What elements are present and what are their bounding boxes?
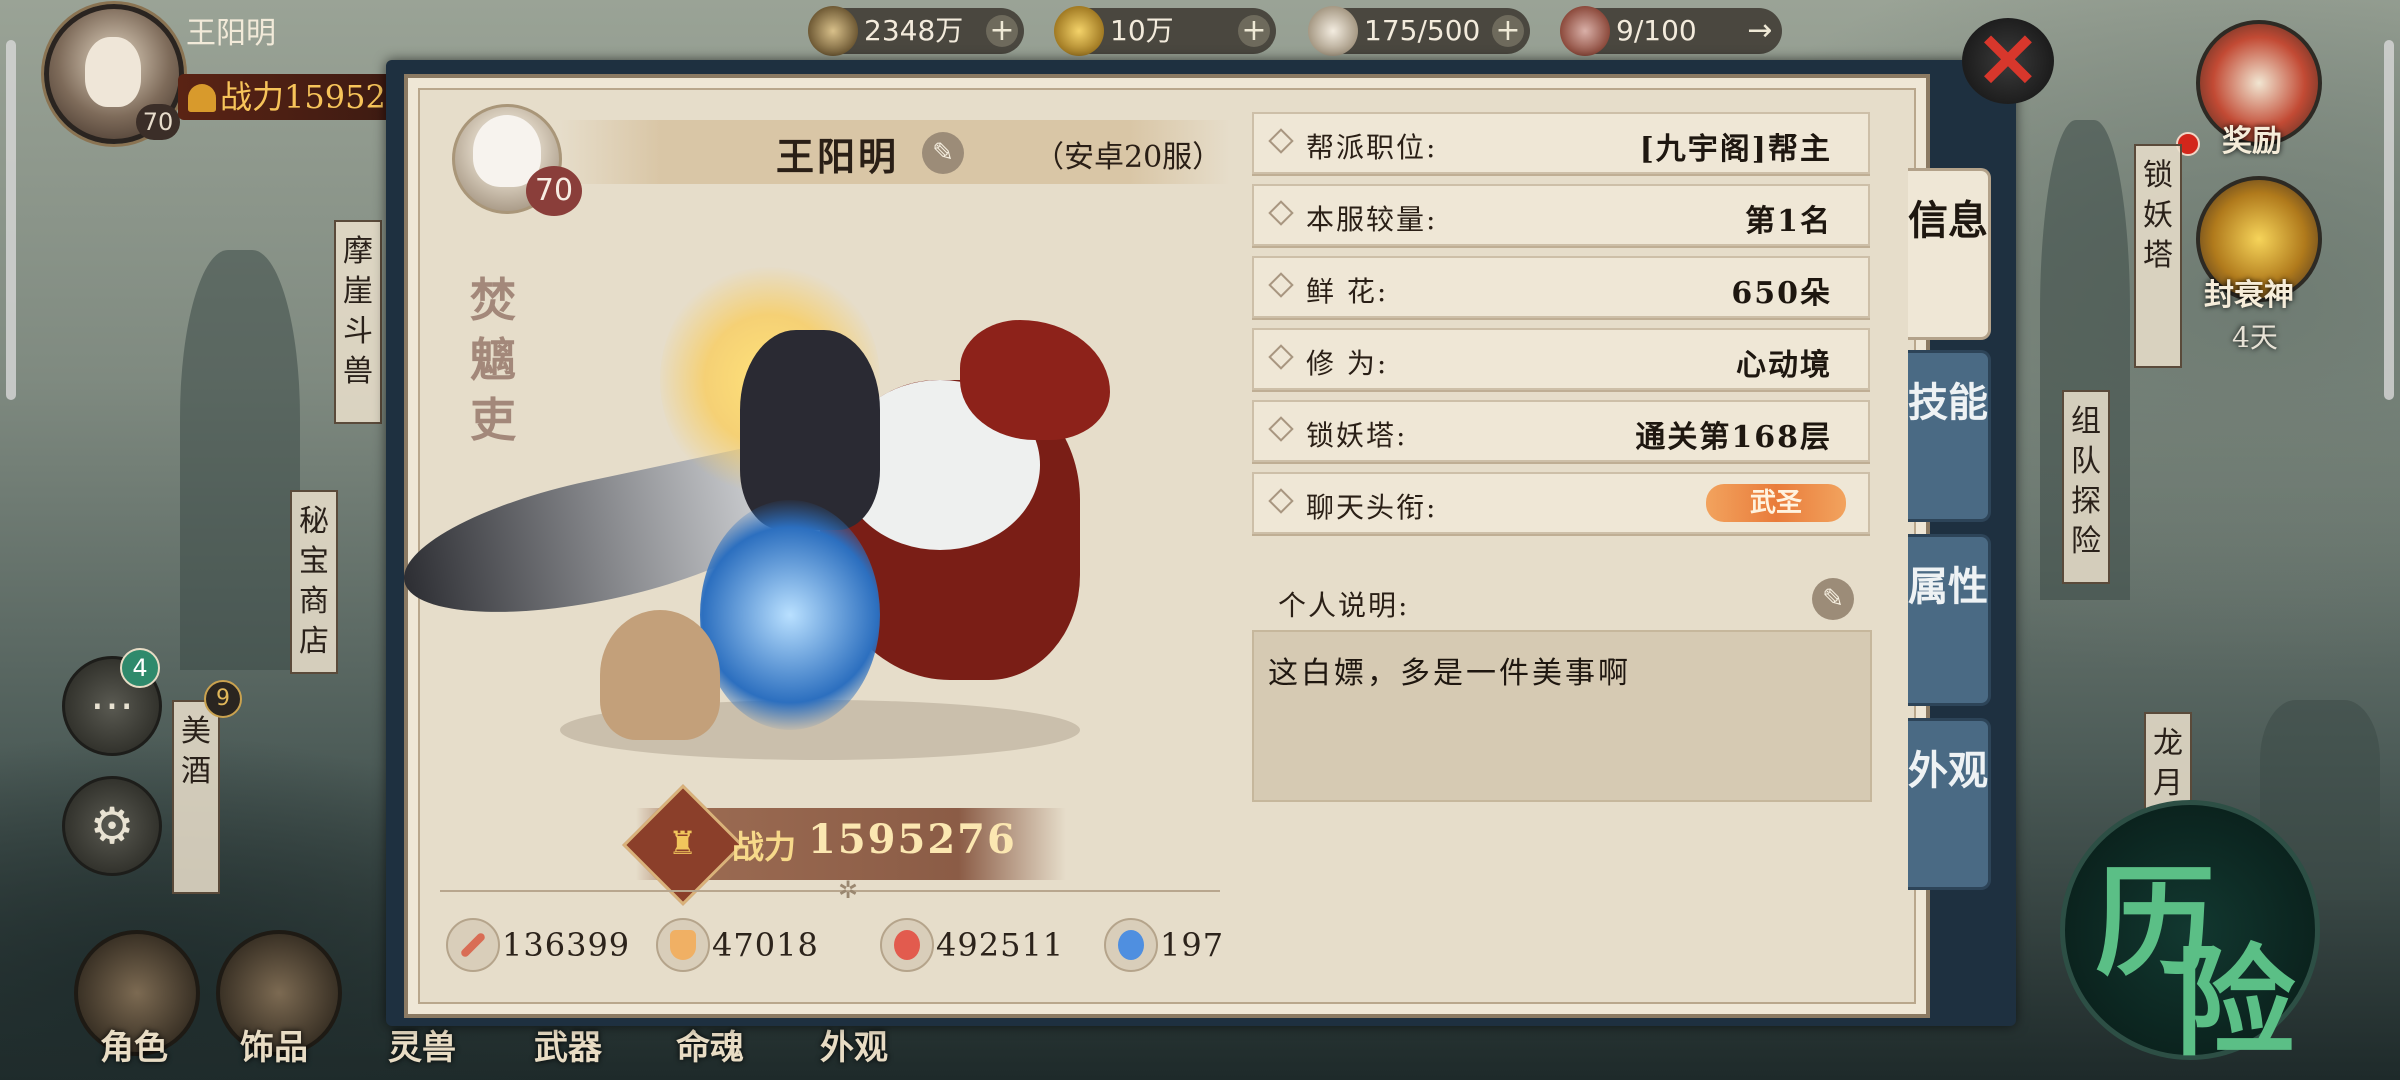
info-row-tower: 锁妖塔: 通关第168层 [1252, 400, 1870, 462]
coin-icon [808, 6, 858, 56]
divider-ornament: ✲ [838, 876, 859, 904]
info-row-guild: 帮派职位: [九宇阁]帮主 [1252, 112, 1870, 174]
info-row-flowers: 鲜 花: 650朵 [1252, 256, 1870, 318]
screen-edge-left [6, 40, 16, 400]
edit-desc-button[interactable]: ✎ [1812, 578, 1854, 620]
info-row-chat-title: 聊天头衔: 武圣 [1252, 472, 1870, 534]
nav-appearance[interactable]: 外观 [820, 1020, 888, 1069]
pet-dog [600, 610, 720, 740]
adventure-button[interactable]: 历 险 [2060, 800, 2320, 1073]
stamina-value: 175/500 [1364, 14, 1481, 47]
character-name: 王阳明 [776, 134, 900, 179]
rider-figure [740, 330, 880, 530]
settings-button[interactable]: ⚙ [62, 776, 162, 876]
copper-coin-resource: 2348万 + [808, 6, 1024, 56]
deity-label: 封衰神 [2204, 278, 2294, 313]
gold-ingot-icon [1054, 6, 1104, 56]
server-label: （安卓20服） [1034, 140, 1223, 175]
gold-ingot-resource: 10万 + [1054, 6, 1276, 56]
chat-badge: 4 [120, 648, 160, 688]
power-icon [188, 84, 216, 112]
player-name: 王阳明 [186, 16, 276, 51]
personal-desc-label: 个人说明: [1278, 589, 1410, 622]
heart-icon [880, 918, 934, 972]
copper-coin-value: 2348万 [864, 14, 964, 47]
tab-skills[interactable]: 技能 [1908, 350, 1991, 522]
tab-info[interactable]: 信息 [1908, 168, 1991, 340]
wine-jar-icon [1560, 6, 1610, 56]
add-stamina-button[interactable]: + [1492, 15, 1524, 47]
close-button[interactable]: ✕ [1962, 18, 2054, 104]
deity-timer: 4天 [2232, 321, 2278, 354]
wine-value: 9/100 [1616, 14, 1697, 47]
fine-wine-banner[interactable]: 美酒 [172, 700, 220, 894]
wine-arrow-button[interactable]: → [1744, 15, 1776, 47]
wine-badge: 9 [204, 680, 242, 718]
close-icon: ✕ [1976, 16, 2040, 105]
nav-spirit-beast[interactable]: 灵兽 [388, 1020, 456, 1069]
gold-ingot-value: 10万 [1110, 14, 1174, 47]
stats-divider [440, 890, 1220, 892]
info-row-rank: 本服较量: 第1名 [1252, 184, 1870, 246]
stamina-resource: 175/500 + [1308, 6, 1530, 56]
nav-weapon[interactable]: 武器 [534, 1020, 602, 1069]
pencil-icon: ✎ [1822, 584, 1844, 614]
treasure-shop-banner[interactable]: 秘宝商店 [290, 490, 338, 674]
player-power-bar: 战力1595276 [178, 74, 418, 120]
nav-soul[interactable]: 命魂 [676, 1020, 744, 1069]
combat-power-label: 战力 [732, 828, 797, 866]
sword-icon [446, 918, 500, 972]
info-row-cultivation: 修 为: 心动境 [1252, 328, 1870, 390]
chat-title-badge: 武圣 [1706, 484, 1846, 522]
wine-resource: 9/100 → [1560, 6, 1782, 56]
tab-attributes[interactable]: 属性 [1908, 534, 1991, 706]
shield-icon [656, 918, 710, 972]
cliff-beast-fight-banner[interactable]: 摩崖斗兽 [334, 220, 382, 424]
chat-bubble-icon: ⋯ [90, 680, 134, 731]
lock-demon-tower-banner[interactable]: 锁妖塔 [2134, 144, 2182, 368]
nav-character[interactable]: 角色 [100, 1020, 168, 1069]
spirit-icon [1104, 918, 1158, 972]
bun-icon [1308, 6, 1358, 56]
character-title-vertical: 焚魑吏 [470, 273, 516, 447]
team-explore-banner[interactable]: 组队探险 [2062, 390, 2110, 584]
player-level-badge: 70 [136, 104, 180, 140]
mountain-left [180, 250, 300, 670]
gear-icon: ⚙ [89, 797, 135, 855]
reward-label: 奖励 [2222, 124, 2282, 159]
add-copper-button[interactable]: + [986, 15, 1018, 47]
personal-desc-text: 这白嫖，多是一件美事啊 [1268, 656, 1631, 691]
nav-accessory[interactable]: 饰品 [240, 1020, 308, 1069]
screen-edge-right [2384, 40, 2394, 400]
pencil-icon: ✎ [932, 138, 954, 168]
tab-appearance[interactable]: 外观 [1908, 718, 1991, 890]
edit-name-button[interactable]: ✎ [922, 132, 964, 174]
character-level-badge: 70 [526, 166, 582, 216]
combat-power-value: 1595276 [808, 816, 1017, 863]
add-gold-button[interactable]: + [1238, 15, 1270, 47]
adventure-label-2: 险 [2175, 932, 2295, 1073]
power-label: 战力 [220, 78, 285, 116]
blue-blade [700, 500, 880, 730]
